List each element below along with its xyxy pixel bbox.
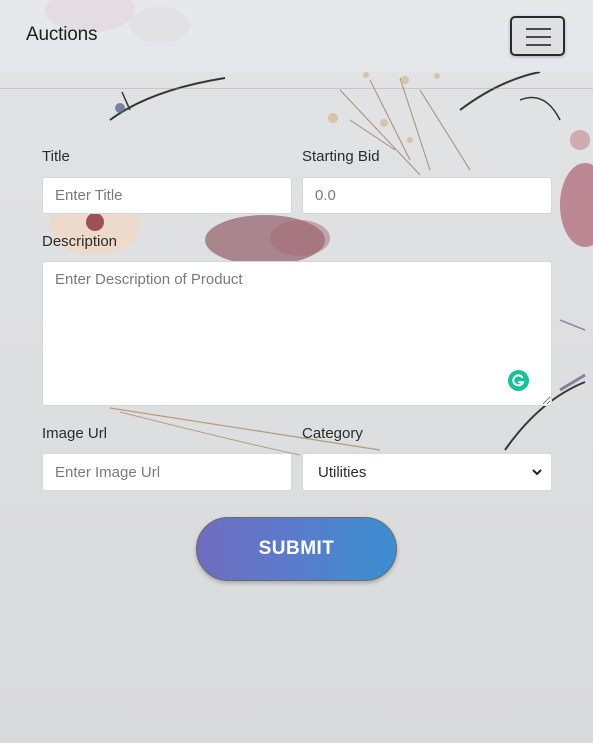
title-label: Title (42, 148, 70, 165)
description-textarea[interactable] (42, 261, 552, 406)
title-input[interactable] (42, 177, 292, 214)
starting-bid-input[interactable] (302, 177, 552, 214)
submit-button[interactable]: SUBMIT (196, 517, 397, 581)
grammarly-icon[interactable] (508, 370, 529, 391)
navbar-divider (0, 88, 593, 89)
brand-title[interactable]: Auctions (26, 24, 97, 46)
grammarly-g-glyph (512, 374, 525, 387)
description-label: Description (42, 233, 118, 250)
hamburger-menu-button[interactable] (510, 16, 565, 56)
category-selected-value: Utilities (318, 464, 367, 481)
starting-bid-label: Starting Bid (302, 148, 380, 165)
image-url-label: Image Url (42, 425, 108, 442)
chevron-down-icon (532, 469, 542, 476)
category-select[interactable]: Utilities (302, 453, 552, 491)
image-url-input[interactable] (42, 453, 292, 491)
hamburger-menu-icon (526, 28, 551, 30)
category-label: Category (302, 425, 363, 442)
top-navbar: Auctions (0, 0, 593, 72)
